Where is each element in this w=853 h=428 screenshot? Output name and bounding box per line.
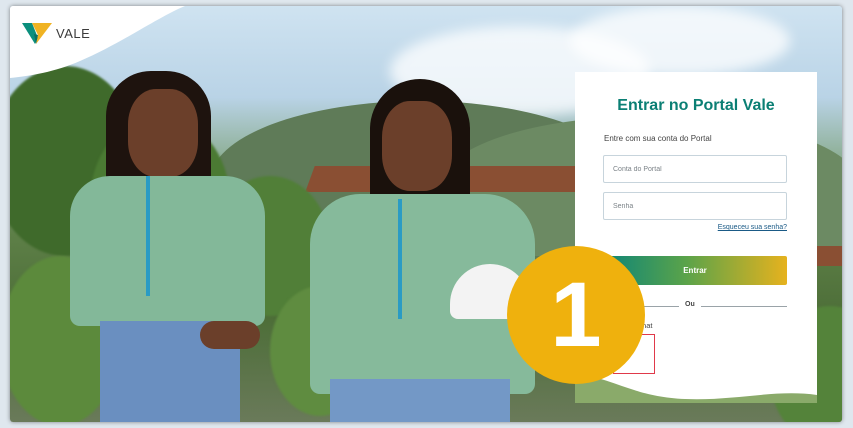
person-right (310, 79, 540, 422)
login-page-frame: VALE Entrar no Portal Vale Entre com sua… (10, 6, 842, 422)
step-number-badge: 1 (507, 246, 645, 384)
forgot-password-link[interactable]: Esqueceu sua senha? (718, 224, 787, 231)
vale-logo-icon (22, 23, 52, 44)
divider-label: Ou (679, 301, 701, 308)
portal-account-input[interactable] (603, 155, 787, 183)
brand-name: VALE (56, 25, 91, 41)
vale-logo[interactable]: VALE (22, 22, 90, 44)
card-bottom-wave (575, 373, 817, 403)
password-input[interactable] (603, 192, 787, 220)
person-left (70, 71, 280, 422)
login-title: Entrar no Portal Vale (617, 97, 775, 114)
login-subtitle: Entre com sua conta do Portal (604, 134, 712, 143)
